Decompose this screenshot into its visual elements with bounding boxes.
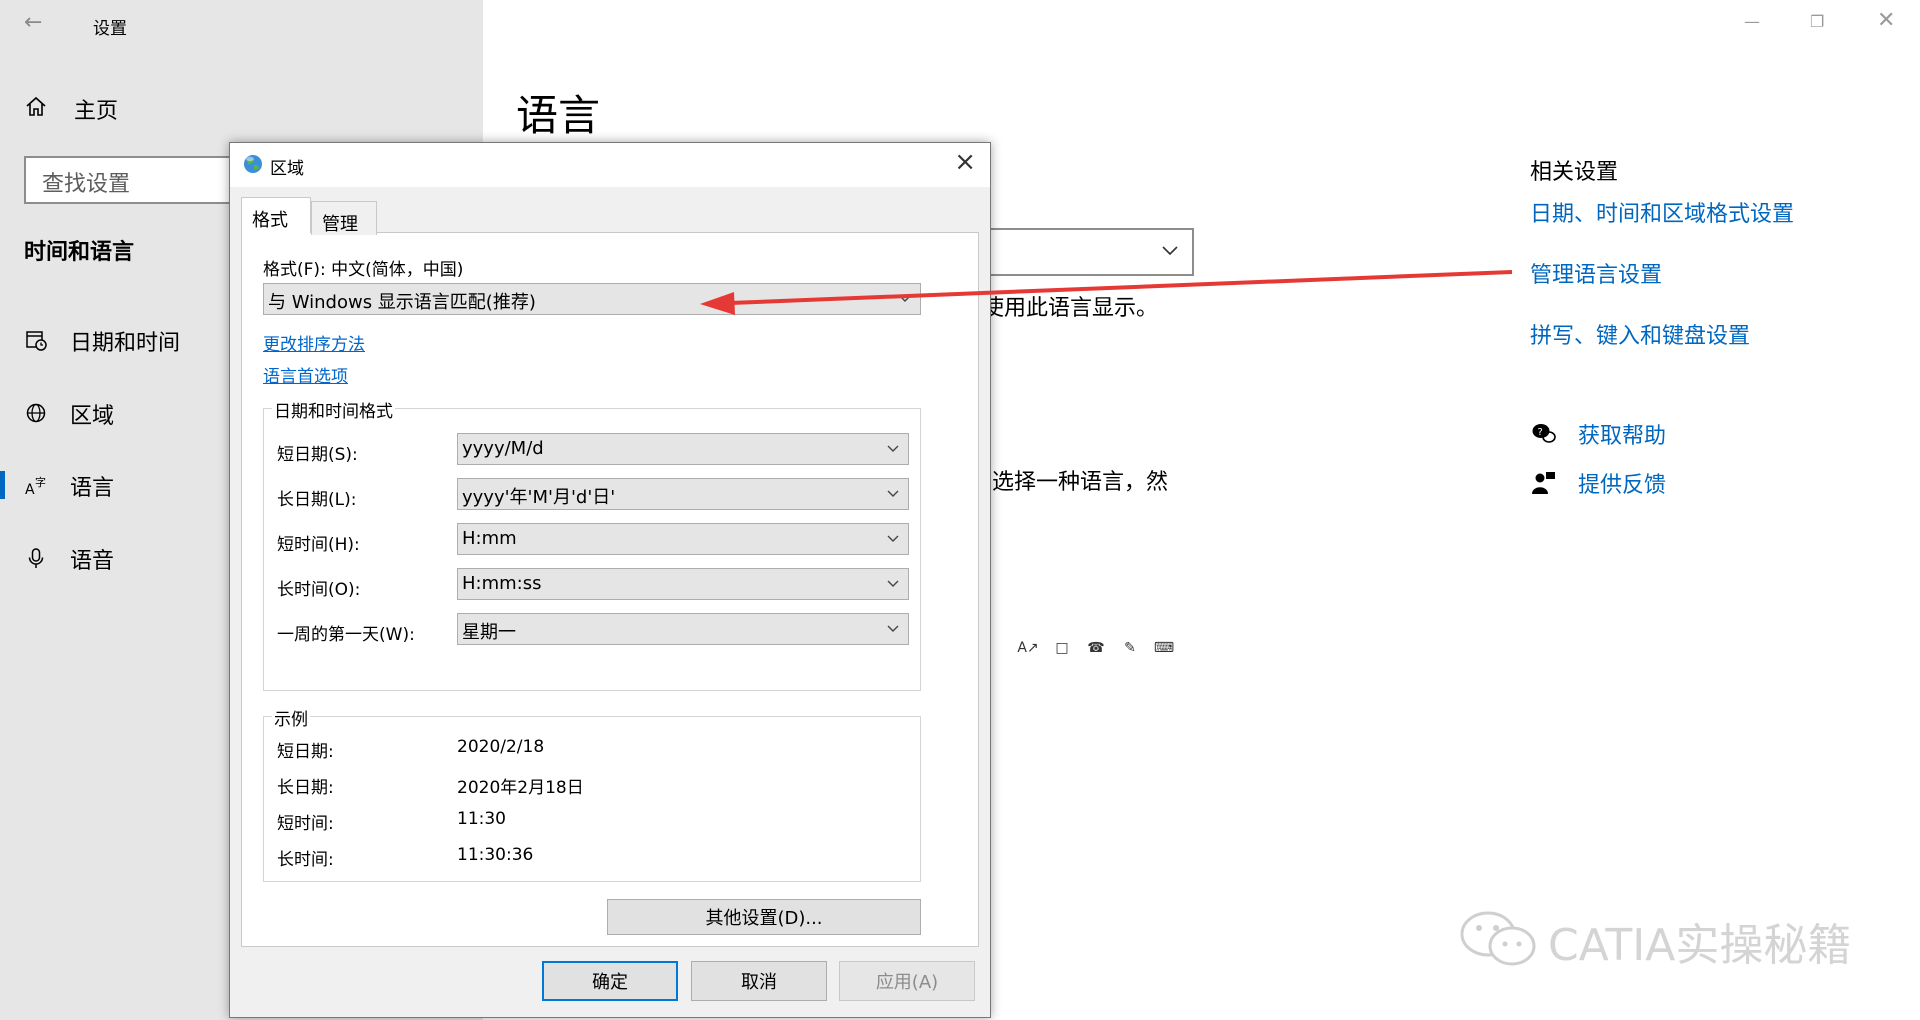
annotation-arrow — [0, 0, 1920, 1020]
